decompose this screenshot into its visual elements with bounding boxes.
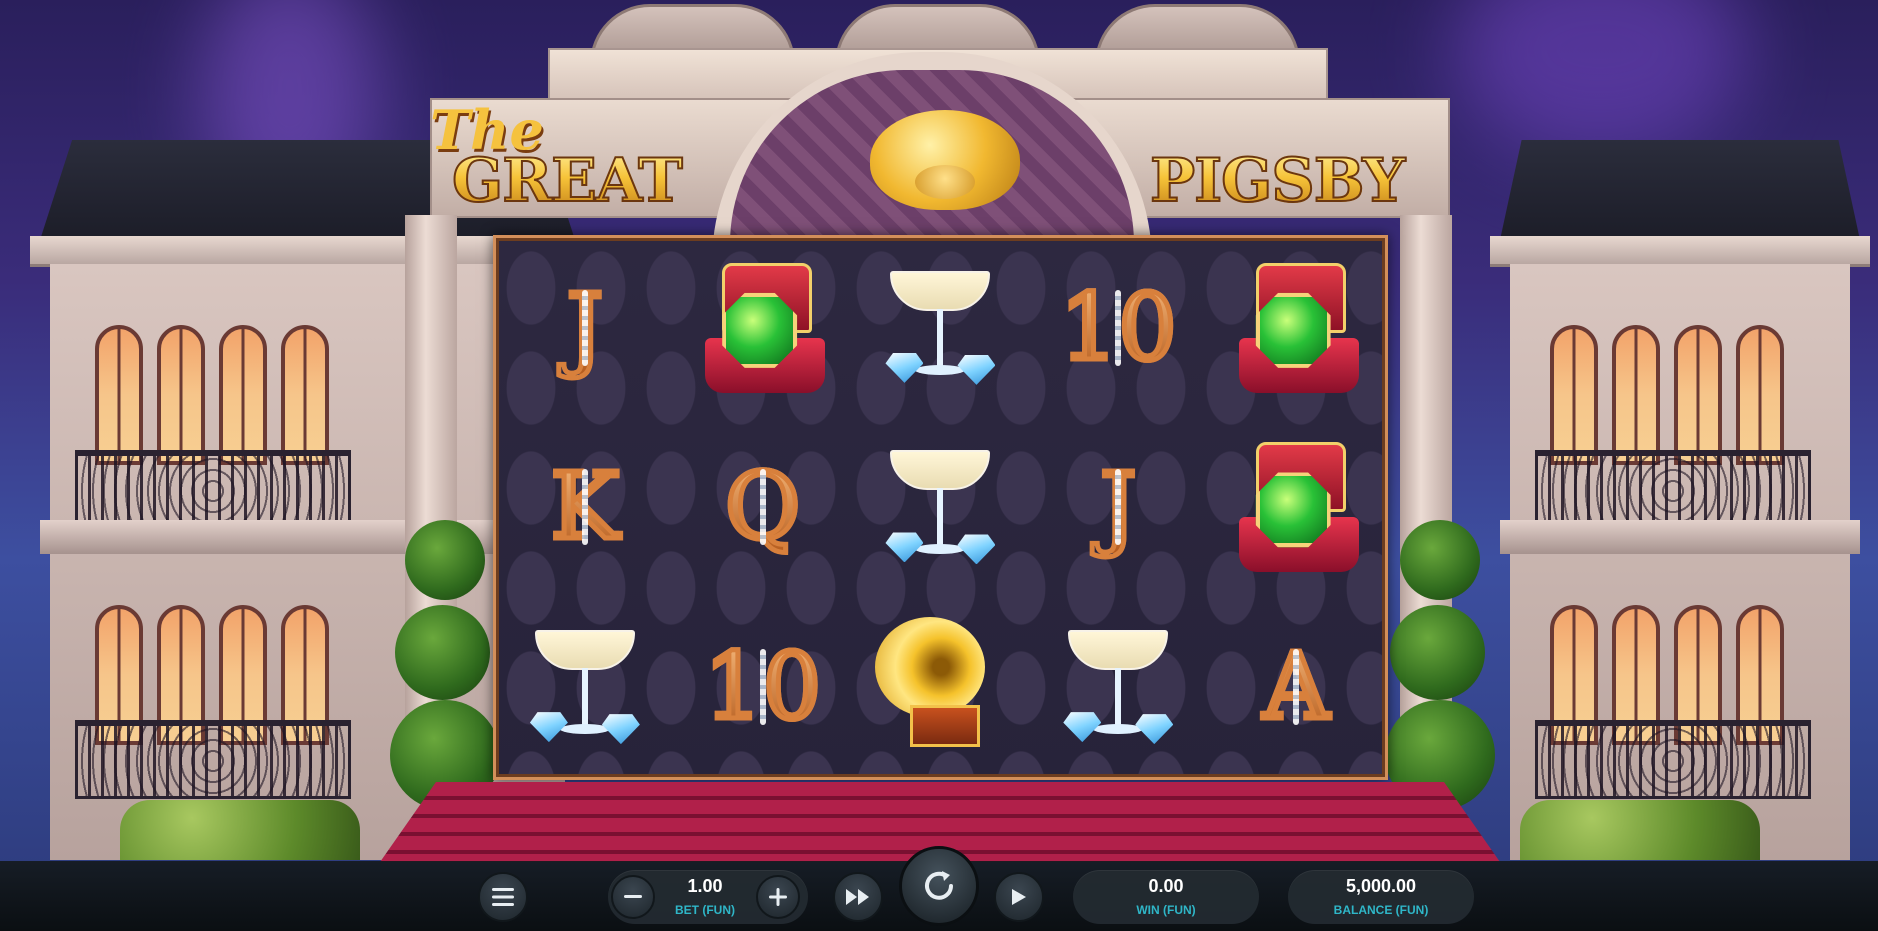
reel-grid[interactable]: J 10 K Q J 10 A <box>493 235 1388 780</box>
symbol-j: J <box>564 273 606 381</box>
reel-cell <box>852 238 1030 418</box>
spin-button[interactable] <box>899 846 979 926</box>
symbol-j: J <box>1097 453 1139 561</box>
decrease-bet-button[interactable] <box>611 875 655 919</box>
minus-icon <box>624 895 642 898</box>
reel-cell <box>674 238 852 418</box>
menu-button[interactable] <box>478 872 528 922</box>
symbol-10: 10 <box>1057 273 1179 381</box>
logo-pigsby: PIGSBY <box>1149 145 1406 217</box>
win-value: 0.00 <box>1148 876 1184 896</box>
hedge-right <box>1520 800 1760 860</box>
symbol-k: K <box>548 453 622 561</box>
golden-piggy-bank <box>870 110 1020 210</box>
reel-cell: K <box>496 418 674 598</box>
reel-cell: J <box>496 238 674 418</box>
sky-glow <box>1450 0 1750 160</box>
symbol-a: A <box>1260 633 1331 741</box>
bet-label: BET (FUN) <box>675 903 735 917</box>
hedge-left <box>120 800 360 860</box>
game-stage: The GREAT PIGSBY J 10 K Q J 10 A 1.00 BE… <box>0 0 1878 931</box>
emerald-ring-box-icon <box>1234 442 1359 573</box>
topiary-right <box>1385 520 1495 810</box>
symbol-q: Q <box>722 453 802 561</box>
reel-cell: J <box>1029 418 1207 598</box>
champagne-glass-icon <box>1063 622 1174 752</box>
reel-cell: 10 <box>674 597 852 777</box>
champagne-glass-icon <box>529 622 640 752</box>
fast-forward-icon <box>846 889 869 905</box>
refresh-icon <box>925 871 953 900</box>
reel-cell <box>1207 418 1385 598</box>
emerald-ring-box-icon <box>1234 262 1359 393</box>
win-label: WIN (FUN) <box>1136 903 1196 917</box>
reel-cell <box>852 418 1030 598</box>
reel-cell: A <box>1207 597 1385 777</box>
reel-cell: 10 <box>1029 238 1207 418</box>
symbol-10: 10 <box>702 633 824 741</box>
reel-cell <box>1207 238 1385 418</box>
reel-cell <box>1029 597 1207 777</box>
champagne-glass-icon <box>885 263 996 393</box>
play-icon <box>1012 889 1026 905</box>
autoplay-button[interactable] <box>994 872 1044 922</box>
arch <box>712 52 1152 262</box>
reel-cell <box>852 597 1030 777</box>
turbo-button[interactable] <box>833 872 883 922</box>
champagne-glass-icon <box>885 442 996 572</box>
hamburger-icon <box>492 888 514 906</box>
emerald-ring-box-icon <box>700 262 826 393</box>
topiary-left <box>390 520 500 810</box>
increase-bet-button[interactable] <box>756 875 800 919</box>
balance-value: 5,000.00 <box>1345 876 1417 896</box>
bet-value: 1.00 <box>687 876 723 896</box>
right-building <box>1460 140 1878 860</box>
balance-label: BALANCE (FUN) <box>1333 903 1429 917</box>
reel-cell <box>496 597 674 777</box>
reel-cell: Q <box>674 418 852 598</box>
gramophone-icon <box>875 617 1005 757</box>
logo-great: GREAT <box>451 145 684 217</box>
plus-icon <box>769 888 787 906</box>
